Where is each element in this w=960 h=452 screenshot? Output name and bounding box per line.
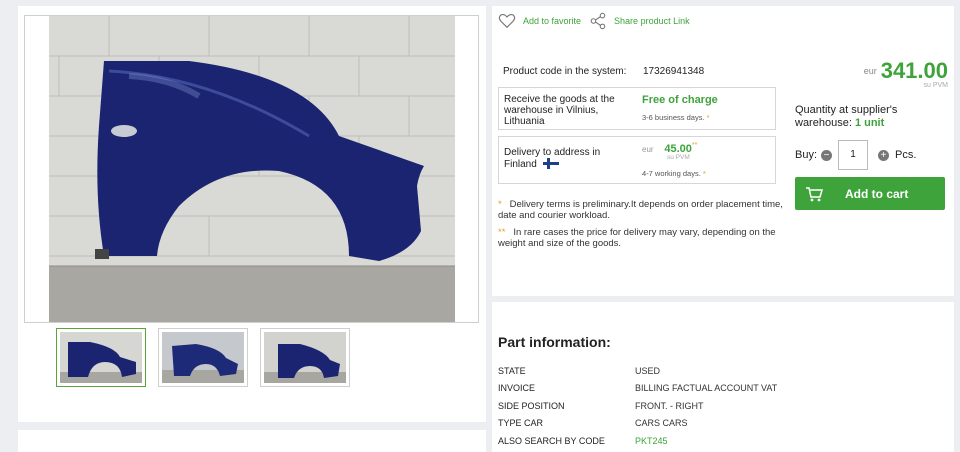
part-information-title: Part information: [498, 334, 611, 350]
pickup-price: Free of charge [642, 94, 718, 106]
part-information-panel: Part information: STATE USED INVOICE BILLI… [492, 302, 954, 452]
thumbnail-3[interactable] [260, 328, 350, 387]
info-row-side-position: SIDE POSITION FRONT. - RIGHT [498, 400, 704, 411]
thumbnail-1[interactable] [56, 328, 146, 387]
share-icon[interactable] [589, 12, 607, 30]
part-information-table: STATE USED INVOICE BILLING FACTUAL ACCOUNT… [498, 362, 777, 450]
delivery-note-2: ** In rare cases the price for delivery … [498, 227, 776, 249]
share-product-link[interactable]: Share product Link [614, 16, 690, 26]
add-to-cart-label: Add to cart [845, 186, 909, 201]
increase-quantity-button[interactable]: + [878, 149, 890, 161]
buy-label: Buy: [795, 149, 818, 161]
search-code-link[interactable]: PKT245 [635, 436, 668, 446]
info-row-type-car: TYPE CAR CARS CARS [498, 418, 688, 429]
product-price: eur 341.00 su PVM [864, 58, 948, 89]
decrease-quantity-button[interactable]: − [821, 149, 833, 161]
quantity-stepper: Buy: − 1 + Pcs. [795, 140, 916, 170]
heart-icon[interactable] [498, 12, 516, 30]
stock-info: Quantity at supplier's warehouse: 1 unit [795, 104, 954, 130]
product-code-value: 17326941348 [643, 66, 705, 77]
thumbnail-strip [56, 328, 350, 387]
delivery-label: Delivery to address in Finland [504, 147, 601, 170]
delivery-days: 4-7 working days. * [642, 169, 706, 178]
price-currency: eur [863, 66, 877, 76]
price-amount: 341.00 [880, 58, 948, 83]
fender-photo [49, 16, 455, 322]
add-to-cart-button[interactable]: Add to cart [795, 177, 945, 210]
main-product-image[interactable] [24, 15, 479, 323]
cart-icon [806, 186, 823, 201]
quantity-input[interactable]: 1 [838, 140, 869, 170]
gallery-secondary-panel [18, 430, 486, 452]
gallery-panel [18, 6, 486, 422]
purchase-panel: Add to favorite Share product Link Produ… [492, 6, 954, 296]
quantity-unit: Pcs. [895, 149, 917, 161]
info-row-search-code: ALSO SEARCH BY CODE PKT245 [498, 435, 668, 446]
thumbnail-2[interactable] [158, 328, 248, 387]
pickup-days: 3-6 business days. * [642, 113, 710, 122]
add-to-favorite-link[interactable]: Add to favorite [523, 16, 581, 26]
stock-value: 1 unit [854, 117, 885, 129]
delivery-option: Delivery to address in Finland eur 45.00… [498, 136, 776, 184]
info-row-state: STATE USED [498, 365, 661, 376]
product-actions: Add to favorite Share product Link [498, 12, 698, 30]
finland-flag-icon [542, 158, 559, 169]
delivery-vat-note: su PVM [667, 154, 690, 161]
delivery-note-1: * Delivery terms is preliminary.It depen… [498, 199, 783, 221]
product-code-row: Product code in the system: 17326941348 [503, 66, 704, 77]
pickup-option: Receive the goods at the warehouse in Vi… [498, 87, 776, 130]
pickup-label: Receive the goods at the warehouse in Vi… [504, 94, 615, 127]
info-row-invoice: INVOICE BILLING FACTUAL ACCOUNT VAT [498, 383, 778, 394]
product-code-label: Product code in the system: [503, 66, 627, 77]
